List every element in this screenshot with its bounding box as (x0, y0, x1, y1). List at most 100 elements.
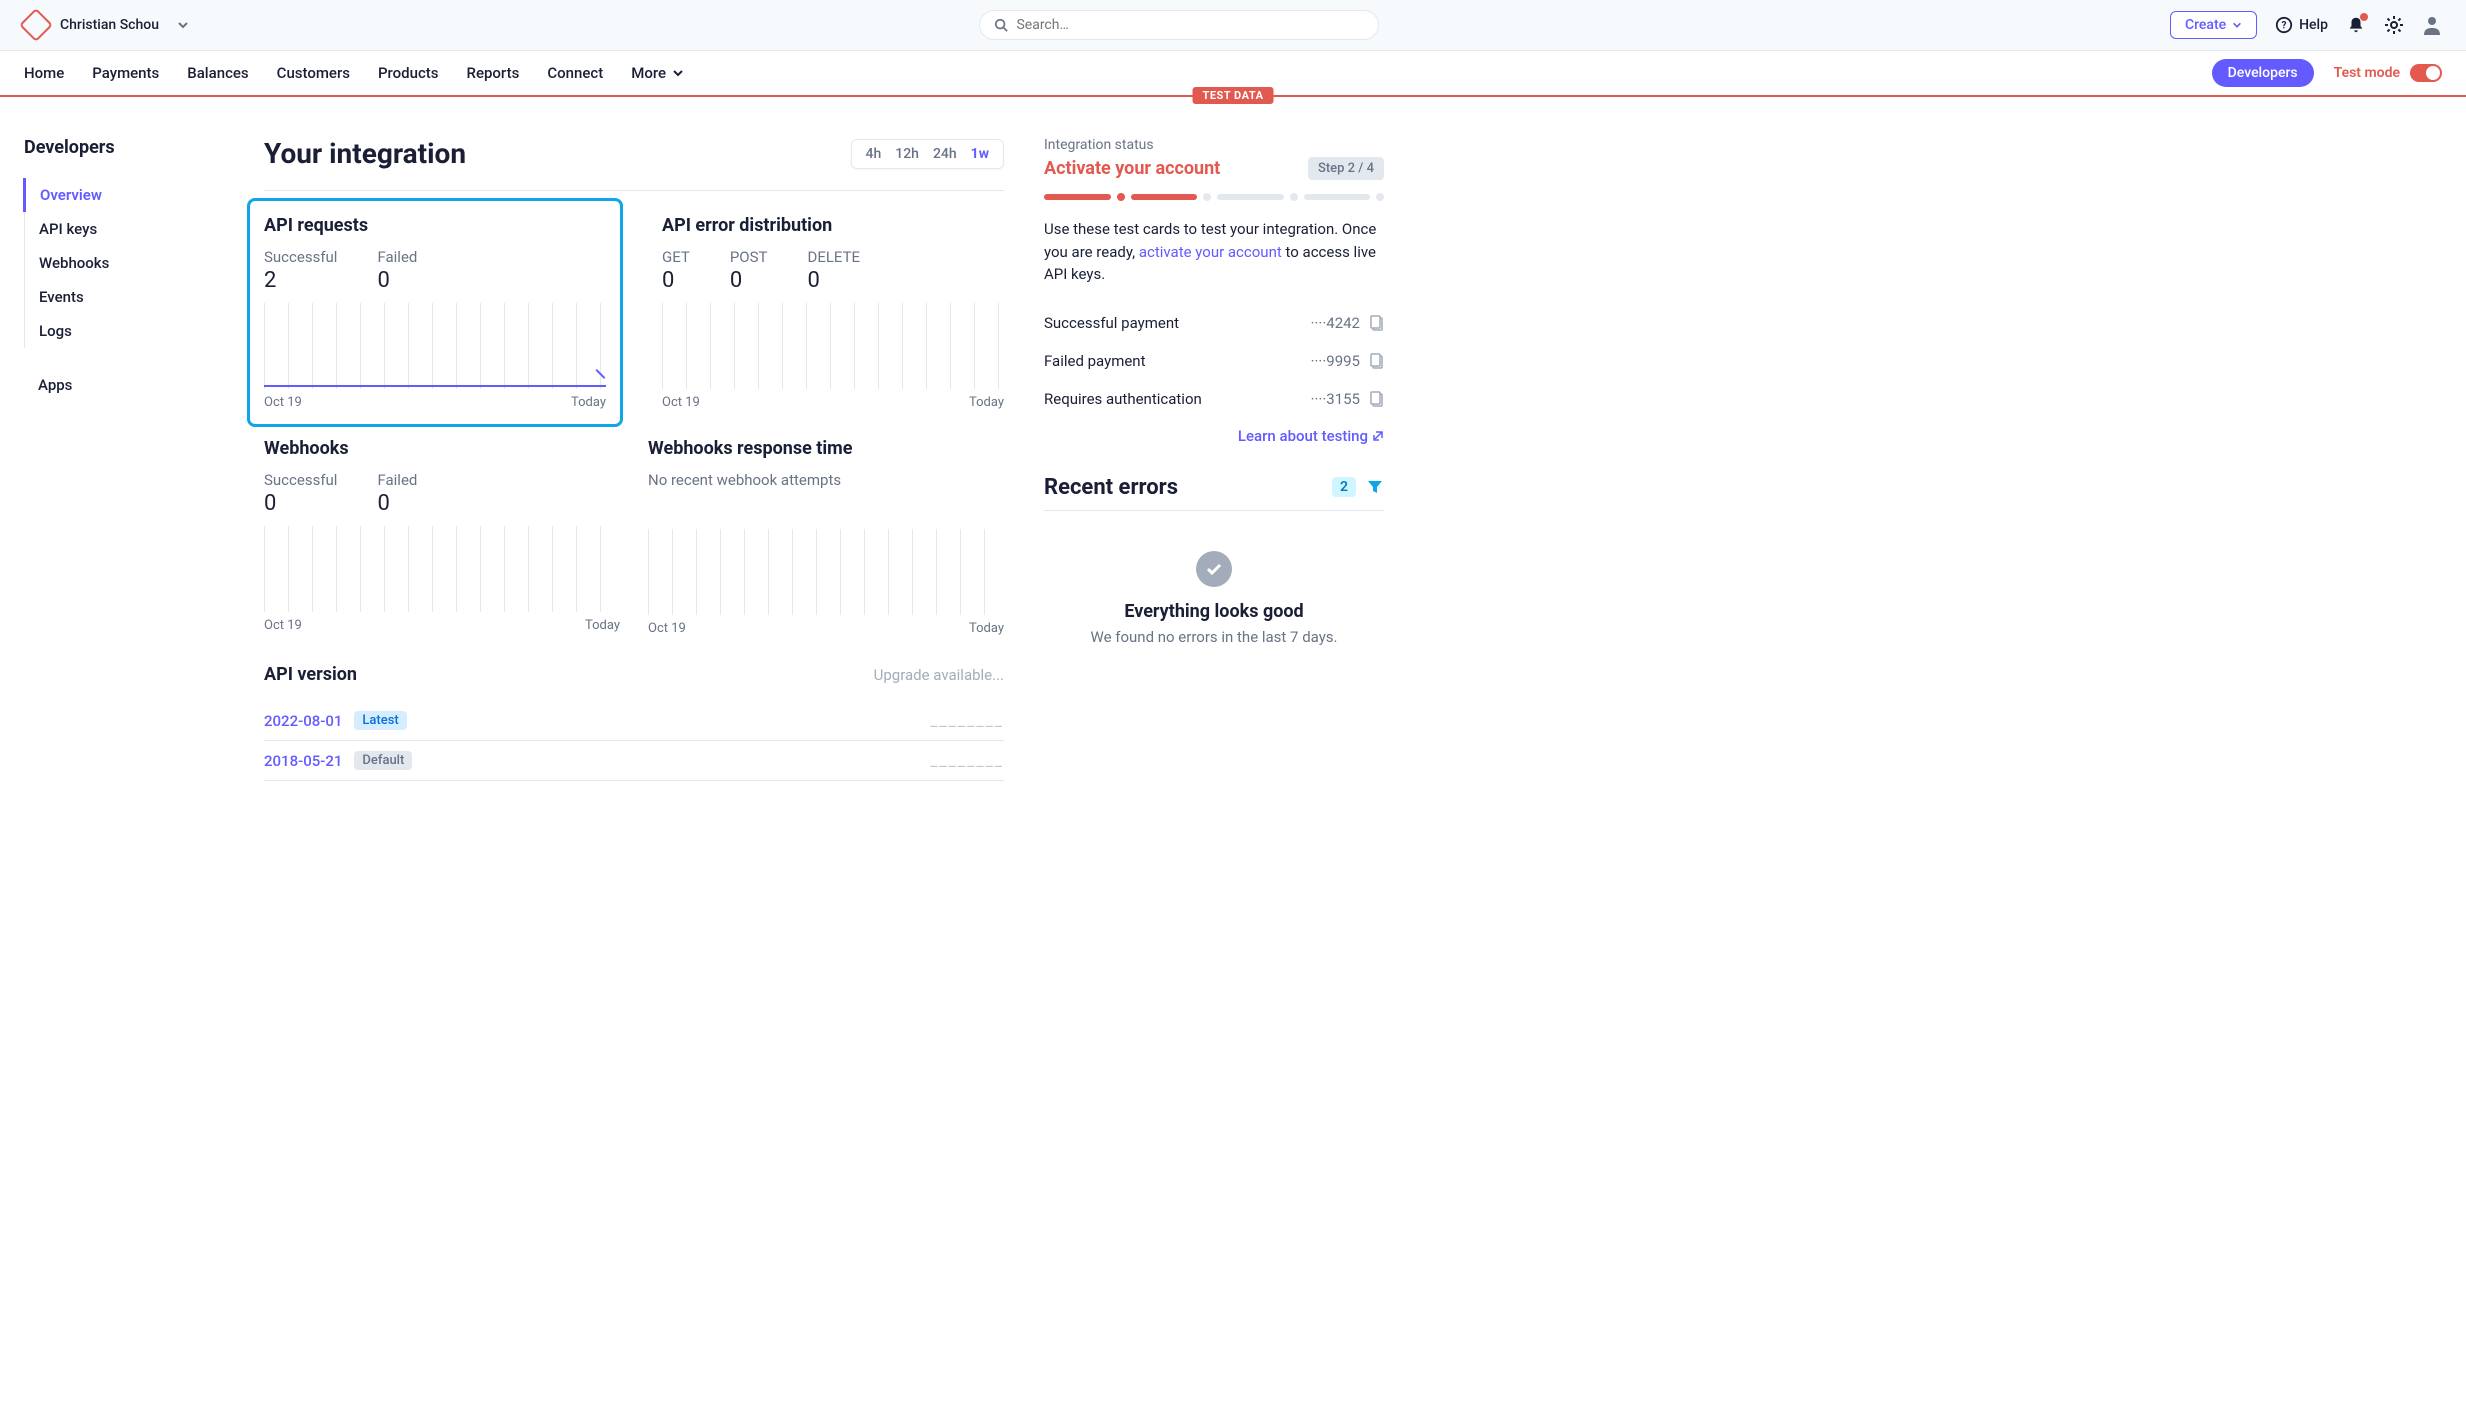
notifications-button[interactable] (2346, 15, 2366, 35)
nav-more[interactable]: More (631, 64, 684, 82)
time-opt-1w[interactable]: 1w (971, 146, 989, 162)
sidebar-item-logs[interactable]: Logs (25, 314, 224, 348)
topbar-right: Create ? Help (2170, 11, 2442, 39)
nav-more-label: More (631, 64, 666, 82)
test-card-label: Failed payment (1044, 352, 1146, 370)
help-icon: ? (2275, 16, 2293, 34)
card-title: Webhooks response time (648, 438, 1004, 459)
nav-reports[interactable]: Reports (467, 64, 520, 82)
testmode-toggle[interactable] (2410, 64, 2442, 82)
gear-icon (2384, 15, 2404, 35)
time-opt-24h[interactable]: 24h (933, 146, 957, 162)
test-card-number: ····9995 (1311, 352, 1360, 370)
nav-home[interactable]: Home (24, 64, 64, 82)
card-webhooks-response-time[interactable]: Webhooks response time No recent webhook… (648, 438, 1004, 636)
test-card-label: Requires authentication (1044, 390, 1202, 408)
activate-title[interactable]: Activate your account (1044, 158, 1220, 179)
clipboard-icon[interactable] (1370, 353, 1384, 369)
no-attempts-text: No recent webhook attempts (648, 471, 1004, 489)
card-api-requests[interactable]: API requests Successful 2 Failed 0 Oct 1… (247, 198, 623, 427)
time-opt-4h[interactable]: 4h (866, 146, 882, 162)
sidebar-item-events[interactable]: Events (25, 280, 224, 314)
version-row[interactable]: 2018-05-21 Default ________ (264, 741, 1004, 781)
time-opt-12h[interactable]: 12h (895, 146, 919, 162)
logo-icon (19, 8, 53, 42)
developers-pill[interactable]: Developers (2212, 59, 2314, 87)
stat-value: 0 (264, 491, 337, 516)
external-link-icon (1372, 430, 1384, 442)
settings-button[interactable] (2384, 15, 2404, 35)
chart-area (264, 526, 620, 612)
progress-dot (1290, 193, 1298, 201)
main: Your integration 4h 12h 24h 1w API reque… (264, 137, 1004, 781)
notification-dot (2360, 13, 2368, 21)
version-date: 2022-08-01 (264, 712, 342, 730)
recent-errors-header: Recent errors 2 (1044, 475, 1384, 500)
sidebar-item-api-keys[interactable]: API keys (25, 212, 224, 246)
sidebar-list: Overview API keys Webhooks Events Logs (24, 178, 224, 348)
learn-about-testing-link[interactable]: Learn about testing (1238, 427, 1384, 445)
card-webhooks[interactable]: Webhooks Successful 0 Failed 0 Oct 19 To… (264, 438, 620, 636)
nav-customers[interactable]: Customers (277, 64, 350, 82)
upgrade-link[interactable]: Upgrade available... (874, 666, 1004, 684)
profile-button[interactable] (2422, 15, 2442, 35)
sidebar-item-apps[interactable]: Apps (24, 368, 224, 402)
chevron-down-icon (672, 67, 684, 79)
stats-row: Successful 2 Failed 0 (264, 248, 606, 293)
stat-value: 0 (377, 491, 417, 516)
all-good-title: Everything looks good (1044, 601, 1384, 622)
card-api-errors[interactable]: API error distribution GET 0 POST 0 DELE… (662, 215, 1004, 410)
progress-segment (1044, 194, 1111, 200)
cards-row-2: Webhooks Successful 0 Failed 0 Oct 19 To… (264, 438, 1004, 636)
test-card-item: Successful payment ····4242 (1044, 304, 1384, 342)
integration-status-section: Integration status Activate your account… (1044, 137, 1384, 445)
spacer (648, 499, 1004, 529)
errors-count-badge: 2 (1332, 477, 1356, 497)
learn-link-text: Learn about testing (1238, 427, 1368, 445)
account-name: Christian Schou (60, 17, 159, 33)
progress-dot (1376, 193, 1384, 201)
version-placeholder: ________ (930, 751, 1004, 770)
sidebar-item-webhooks[interactable]: Webhooks (25, 246, 224, 280)
create-button[interactable]: Create (2170, 11, 2257, 39)
nav-products[interactable]: Products (378, 64, 439, 82)
integration-status-label: Integration status (1044, 137, 1384, 153)
sidebar-title: Developers (24, 137, 224, 158)
search-box[interactable] (979, 10, 1379, 40)
stat-value: 0 (730, 268, 768, 293)
nav-balances[interactable]: Balances (187, 64, 248, 82)
test-card-label: Successful payment (1044, 314, 1179, 332)
stat-label: Successful (264, 248, 337, 266)
filter-icon[interactable] (1366, 478, 1384, 496)
content: Developers Overview API keys Webhooks Ev… (0, 97, 2466, 801)
chart-axis: Oct 19 Today (264, 618, 620, 633)
account-switcher[interactable]: Christian Schou (24, 13, 189, 37)
clipboard-icon[interactable] (1370, 315, 1384, 331)
stat-value: 0 (662, 268, 690, 293)
nav-payments[interactable]: Payments (92, 64, 159, 82)
progress-segment (1304, 194, 1371, 200)
axis-start: Oct 19 (264, 618, 302, 633)
progress-bar (1044, 194, 1384, 200)
recent-errors-section: Recent errors 2 Everything looks good We… (1044, 475, 1384, 646)
axis-end: Today (969, 395, 1004, 410)
axis-end: Today (585, 618, 620, 633)
time-range-selector: 4h 12h 24h 1w (851, 139, 1004, 169)
test-card-number: ····3155 (1311, 390, 1360, 408)
version-row[interactable]: 2022-08-01 Latest ________ (264, 701, 1004, 741)
testmode-toggle-area[interactable]: Test mode (2334, 64, 2442, 82)
help-button[interactable]: ? Help (2275, 16, 2328, 34)
axis-end: Today (571, 395, 606, 410)
clipboard-icon[interactable] (1370, 391, 1384, 407)
main-header: Your integration 4h 12h 24h 1w (264, 137, 1004, 170)
learn-link-wrap: Learn about testing (1044, 426, 1384, 445)
search-input[interactable] (1016, 17, 1364, 33)
axis-start: Oct 19 (648, 621, 686, 636)
sidebar: Developers Overview API keys Webhooks Ev… (24, 137, 224, 781)
nav-connect[interactable]: Connect (547, 64, 603, 82)
all-good-subtitle: We found no errors in the last 7 days. (1044, 628, 1384, 646)
activate-account-link[interactable]: activate your account (1139, 243, 1282, 261)
progress-segment (1217, 194, 1284, 200)
sidebar-item-overview[interactable]: Overview (23, 178, 224, 212)
stat-label: Failed (377, 471, 417, 489)
